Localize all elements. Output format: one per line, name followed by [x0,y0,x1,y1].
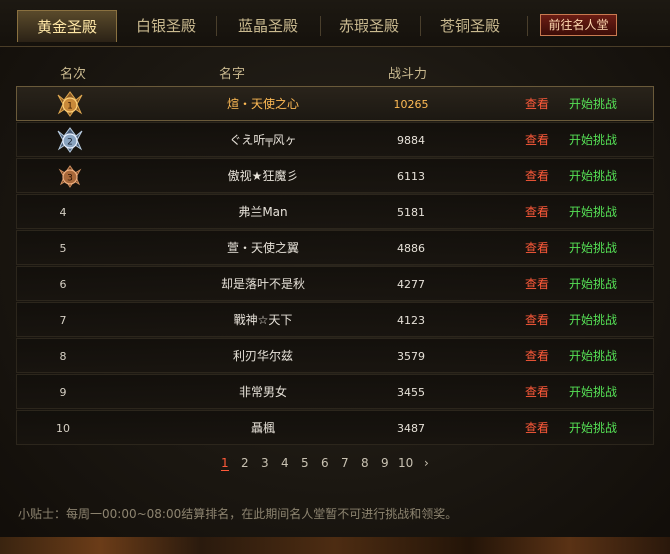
view-player-link[interactable]: 查看 [525,267,549,302]
view-player-link[interactable]: 查看 [525,195,549,230]
bronze-rank-medal-icon: 3 [58,165,82,188]
table-row: 6 却是落叶不是秋 4277 查看 开始挑战 [16,266,654,301]
tab-blue-crystal-sanctum[interactable]: 蓝晶圣殿 [222,10,314,42]
combat-power: 4123 [397,314,425,327]
view-player-link[interactable]: 查看 [525,411,549,446]
table-row: 10 聶楓 3487 查看 开始挑战 [16,410,654,445]
ranking-table: 1 煊・天使之心 10265 查看 开始挑战 2 ぐえ听╤风ヶ 9884 查看 … [16,86,654,446]
tab-divider [216,16,217,36]
page-5-link[interactable]: 5 [301,456,309,470]
tab-divider [527,16,528,36]
table-row: 5 萱・天使之翼 4886 查看 开始挑战 [16,230,654,265]
page-2-link[interactable]: 2 [241,456,249,470]
hall-of-fame-button[interactable]: 前往名人堂 [540,14,617,36]
next-page-arrow-icon[interactable]: › [424,456,429,470]
rank-number: 7 [59,314,67,327]
view-player-link[interactable]: 查看 [525,303,549,338]
start-challenge-link[interactable]: 开始挑战 [569,159,617,194]
page-8-link[interactable]: 8 [361,456,369,470]
view-player-link[interactable]: 查看 [525,123,549,158]
table-row: 1 煊・天使之心 10265 查看 开始挑战 [16,86,654,121]
tip-text: 小贴士：每周一00:00~08:00结算排名，在此期间名人堂暂不可进行挑战和领奖… [18,507,458,521]
view-player-link[interactable]: 查看 [525,339,549,374]
tab-silver-sanctum[interactable]: 白银圣殿 [121,10,211,42]
combat-power: 3579 [397,350,425,363]
player-name: 利刃华尔兹 [232,349,293,363]
rank-number: 10 [56,422,70,435]
page-10-link[interactable]: 10 [398,456,413,470]
rank-number: 9 [59,386,67,399]
tab-gold-sanctum[interactable]: 黄金圣殿 [17,10,117,42]
rank-number: 5 [59,242,67,255]
player-name: 聶楓 [250,421,275,435]
silver-rank-medal-icon: 2 [57,127,83,153]
view-player-link[interactable]: 查看 [525,231,549,266]
combat-power: 9884 [397,134,425,147]
player-name: 煊・天使之心 [226,97,299,111]
combat-power: 4277 [397,278,425,291]
tab-bronze-sanctum[interactable]: 苍铜圣殿 [425,10,515,42]
table-row: 8 利刃华尔兹 3579 查看 开始挑战 [16,338,654,373]
column-header-name: 名字 [219,67,246,82]
table-row: 2 ぐえ听╤风ヶ 9884 查看 开始挑战 [16,122,654,157]
table-row: 7 戰神☆天下 4123 查看 开始挑战 [16,302,654,337]
view-player-link[interactable]: 查看 [525,87,549,122]
rank-number: 3 [67,174,73,184]
start-challenge-link[interactable]: 开始挑战 [569,231,617,266]
start-challenge-link[interactable]: 开始挑战 [569,339,617,374]
decorative-bottom-art [0,537,670,554]
column-header-rank: 名次 [60,67,87,82]
rank-number: 1 [67,102,73,112]
combat-power: 6113 [397,170,425,183]
column-header-power: 战斗力 [388,67,428,82]
view-player-link[interactable]: 查看 [525,375,549,410]
start-challenge-link[interactable]: 开始挑战 [569,195,617,230]
rank-number: 2 [67,138,73,148]
combat-power: 4886 [397,242,425,255]
combat-power: 3487 [397,422,425,435]
page-1-link[interactable]: 1 [221,456,229,471]
combat-power: 3455 [397,386,425,399]
view-player-link[interactable]: 查看 [525,159,549,194]
rank-number: 8 [59,350,67,363]
start-challenge-link[interactable]: 开始挑战 [569,303,617,338]
start-challenge-link[interactable]: 开始挑战 [569,411,617,446]
gold-rank-medal-icon: 1 [57,91,83,117]
player-name: 傲视★狂魔彡 [227,169,299,183]
tab-divider [320,16,321,36]
combat-power: 10265 [393,98,429,111]
start-challenge-link[interactable]: 开始挑战 [569,267,617,302]
table-row: 3 傲视★狂魔彡 6113 查看 开始挑战 [16,158,654,193]
rank-number: 4 [59,206,67,219]
table-row: 4 弗兰Man 5181 查看 开始挑战 [16,194,654,229]
player-name: 萱・天使之翼 [226,241,299,255]
start-challenge-link[interactable]: 开始挑战 [569,123,617,158]
page-4-link[interactable]: 4 [281,456,289,470]
player-name: 非常男女 [238,385,287,399]
tab-divider [420,16,421,36]
tab-red-jade-sanctum[interactable]: 赤瑕圣殿 [324,10,414,42]
page-7-link[interactable]: 7 [341,456,349,470]
table-row: 9 非常男女 3455 查看 开始挑战 [16,374,654,409]
combat-power: 5181 [397,206,425,219]
page-3-link[interactable]: 3 [261,456,269,470]
page-6-link[interactable]: 6 [321,456,329,470]
player-name: 弗兰Man [238,205,288,219]
player-name: 却是落叶不是秋 [220,277,305,291]
rank-number: 6 [59,278,67,291]
start-challenge-link[interactable]: 开始挑战 [569,375,617,410]
tab-bar: 黄金圣殿 白银圣殿 蓝晶圣殿 赤瑕圣殿 苍铜圣殿 前往名人堂 [0,0,670,47]
leaderboard-panel: 黄金圣殿 白银圣殿 蓝晶圣殿 赤瑕圣殿 苍铜圣殿 前往名人堂 名次 名字 战斗力… [0,0,670,554]
start-challenge-link[interactable]: 开始挑战 [569,87,617,122]
player-name: ぐえ听╤风ヶ [229,133,297,147]
page-9-link[interactable]: 9 [381,456,389,470]
player-name: 戰神☆天下 [233,313,293,327]
